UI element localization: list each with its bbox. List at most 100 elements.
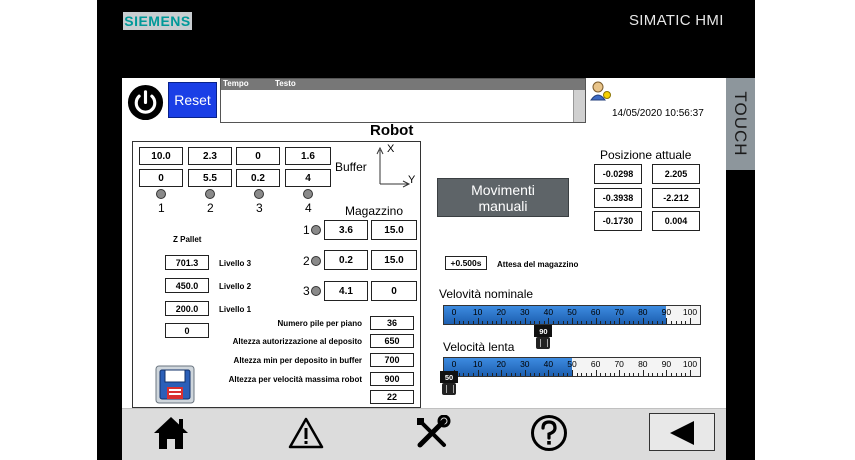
alarm-view[interactable]: Tempo Testo xyxy=(220,78,586,123)
nominal-tick xyxy=(661,321,663,324)
user-icon[interactable] xyxy=(589,80,613,102)
nominal-tick xyxy=(690,318,691,324)
nominal-tick xyxy=(638,321,640,324)
param-label-4: Altezza per velocità massima robot xyxy=(228,375,362,384)
param-value-5[interactable]: 22 xyxy=(370,390,414,404)
buffer-indicator-4 xyxy=(303,189,313,199)
position-title: Posizione attuale xyxy=(600,148,692,162)
reset-button[interactable]: Reset xyxy=(168,82,217,118)
nominal-tick xyxy=(553,321,555,324)
tools-button[interactable] xyxy=(414,414,452,451)
back-button[interactable] xyxy=(649,413,715,451)
alarm-scrollbar[interactable] xyxy=(573,90,585,122)
slow-tick xyxy=(647,373,649,376)
nominal-tick-label: 100 xyxy=(682,307,698,317)
home-button[interactable] xyxy=(152,415,190,451)
slow-speed-label: Velocità lenta xyxy=(443,340,515,354)
pallet-level-1-label: Livello 1 xyxy=(219,305,252,314)
nominal-tick xyxy=(463,321,465,324)
slow-tick xyxy=(524,370,526,376)
nominal-tick xyxy=(501,318,503,324)
nominal-tick xyxy=(628,321,630,324)
nominal-tick-label: 90 xyxy=(661,307,672,317)
buffer-value-r1c4[interactable]: 1.6 xyxy=(285,147,331,165)
param-value-2[interactable]: 650 xyxy=(370,334,414,348)
nominal-tick xyxy=(534,321,536,324)
magazzino-1-a[interactable]: 3.6 xyxy=(324,220,368,240)
slow-tick xyxy=(458,373,460,376)
magazzino-3-a[interactable]: 4.1 xyxy=(324,281,368,301)
power-button[interactable] xyxy=(126,83,165,122)
slow-tick xyxy=(496,373,498,376)
slow-tick xyxy=(538,373,540,376)
slow-tick-label: 10 xyxy=(472,359,483,369)
pallet-level-2-value[interactable]: 450.0 xyxy=(165,278,209,293)
alarm-col-text: Testo xyxy=(275,79,296,88)
nominal-tick xyxy=(567,321,569,324)
buffer-value-r2c1[interactable]: 0 xyxy=(139,169,183,187)
manual-moves-button[interactable]: Movimenti manuali xyxy=(437,178,569,217)
position-value-5: -0.1730 xyxy=(594,211,642,231)
param-value-1[interactable]: 36 xyxy=(370,316,414,330)
nominal-tick-label: 0 xyxy=(451,307,457,317)
nominal-tick-label: 10 xyxy=(472,307,483,317)
slow-tick xyxy=(690,370,691,376)
slow-tick xyxy=(685,373,687,376)
help-button[interactable] xyxy=(530,414,568,452)
slow-tick xyxy=(567,373,569,376)
nominal-tick xyxy=(538,321,540,324)
buffer-value-r1c2[interactable]: 2.3 xyxy=(188,147,232,165)
nominal-tick xyxy=(557,321,559,324)
magazzino-3-b[interactable]: 0 xyxy=(371,281,417,301)
nominal-tick-label: 20 xyxy=(496,307,506,317)
magazzino-2-a[interactable]: 0.2 xyxy=(324,250,368,270)
param-value-3[interactable]: 700 xyxy=(370,353,414,367)
param-value-4[interactable]: 900 xyxy=(370,372,414,386)
slow-tick xyxy=(572,370,573,376)
buffer-value-r1c3[interactable]: 0 xyxy=(236,147,280,165)
slow-tick xyxy=(510,373,512,376)
slow-tick xyxy=(628,373,630,376)
nominal-tick xyxy=(652,321,654,324)
magazzino-2-b[interactable]: 15.0 xyxy=(371,250,417,270)
slow-tick xyxy=(505,373,507,376)
slow-speed-slider[interactable]: 0 10 20 30 40 50 60 70 80 90 100 xyxy=(443,357,701,377)
slow-tick xyxy=(652,373,654,376)
alarms-button[interactable] xyxy=(288,416,324,450)
nominal-tick xyxy=(586,321,588,324)
slow-tick-label: 60 xyxy=(590,359,601,369)
slow-tick xyxy=(633,373,635,376)
nominal-speed-handle[interactable] xyxy=(536,337,551,349)
pallet-zero-value[interactable]: 0 xyxy=(165,323,209,338)
buffer-value-r2c2[interactable]: 5.5 xyxy=(188,169,232,187)
pallet-title: Z Pallet xyxy=(173,235,202,244)
slow-tick xyxy=(477,370,479,376)
nominal-speed-slider[interactable]: 0 10 20 30 40 50 60 70 80 90 100 xyxy=(443,305,701,325)
nominal-tick xyxy=(609,321,611,324)
slow-tick xyxy=(520,373,522,376)
nominal-tick xyxy=(576,321,578,324)
slow-tick xyxy=(605,373,607,376)
wait-value[interactable]: +0.500s xyxy=(445,256,487,270)
magazzino-1-b[interactable]: 15.0 xyxy=(371,220,417,240)
slow-tick xyxy=(562,373,564,376)
nominal-tick xyxy=(614,321,616,324)
buffer-value-r2c4[interactable]: 4 xyxy=(285,169,331,187)
slow-tick xyxy=(600,373,602,376)
nominal-tick xyxy=(685,321,687,324)
nominal-tick xyxy=(491,321,493,324)
slow-tick xyxy=(638,373,640,376)
pallet-level-1-value[interactable]: 200.0 xyxy=(165,301,209,316)
save-button[interactable] xyxy=(155,365,195,404)
pallet-level-3-value[interactable]: 701.3 xyxy=(165,255,209,270)
param-label-3: Altezza min per deposito in buffer xyxy=(233,356,362,365)
buffer-value-r2c3[interactable]: 0.2 xyxy=(236,169,280,187)
position-value-2: 2.205 xyxy=(652,164,700,184)
nominal-tick xyxy=(680,321,682,324)
buffer-value-r1c1[interactable]: 10.0 xyxy=(139,147,183,165)
slow-speed-handle[interactable] xyxy=(442,383,456,395)
slow-tick-label: 80 xyxy=(638,359,648,369)
magazzino-label: Magazzino xyxy=(345,204,404,218)
nominal-tick xyxy=(572,318,573,324)
nominal-tick xyxy=(600,321,602,324)
